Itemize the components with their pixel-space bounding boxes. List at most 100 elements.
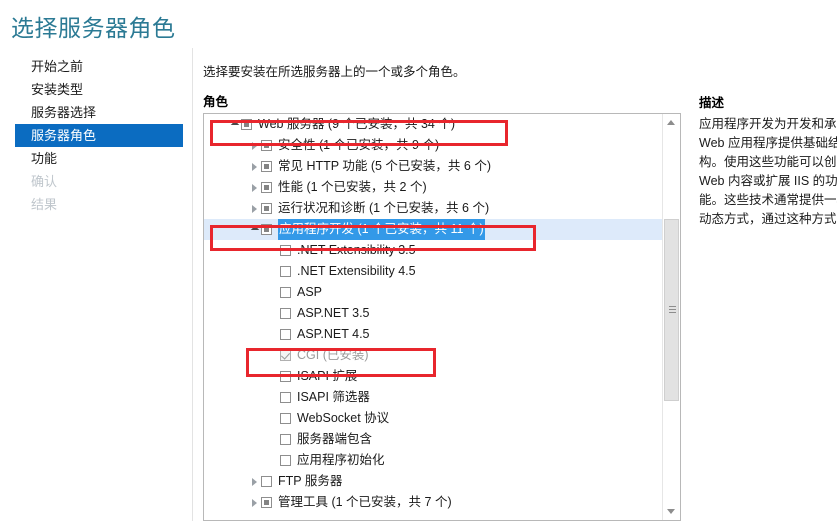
tree-row-label: WebSocket 协议 (297, 411, 390, 425)
role-checkbox[interactable] (280, 455, 291, 466)
tree-row-label: ISAPI 扩展 (297, 369, 358, 383)
tree-row-label: CGI (已安装) (297, 348, 369, 362)
description-body: 应用程序开发为开发和承载 Web 应用程序提供基础结构。使用这些功能可以创建 W… (699, 117, 837, 225)
tree-row[interactable]: ASP (204, 282, 663, 303)
role-checkbox[interactable] (261, 140, 272, 151)
sidebar-item-3[interactable]: 服务器角色 (15, 124, 183, 147)
chevron-down-icon (667, 509, 675, 514)
role-checkbox[interactable] (280, 266, 291, 277)
role-checkbox[interactable] (261, 182, 272, 193)
sidebar-item-1[interactable]: 安装类型 (0, 78, 184, 101)
expander-spacer (267, 366, 280, 387)
tree-row-label: ASP.NET 4.5 (297, 327, 370, 341)
tree-row-label: 性能 (1 个已安装，共 2 个) (278, 180, 427, 194)
instruction-text: 选择要安装在所选服务器上的一个或多个角色。 (203, 65, 466, 79)
sidebar-item-0[interactable]: 开始之前 (0, 55, 184, 78)
scrollbar-grip-icon (669, 306, 676, 314)
tree-row[interactable]: Web 服务器 (9 个已安装，共 34 个) (204, 114, 663, 135)
role-checkbox[interactable] (280, 392, 291, 403)
tree-row-label: 安全性 (1 个已安装，共 9 个) (278, 138, 440, 152)
expander-spacer (267, 387, 280, 408)
expander-spacer (267, 282, 280, 303)
sidebar-item-5: 确认 (31, 174, 58, 189)
tree-row-label: ASP (297, 285, 323, 299)
tree-row[interactable]: WebSocket 协议 (204, 408, 663, 429)
role-checkbox[interactable] (241, 119, 252, 130)
tree-row-label: 常见 HTTP 功能 (5 个已安装，共 6 个) (278, 159, 491, 173)
tree-row-label: 运行状况和诊断 (1 个已安装，共 6 个) (278, 201, 490, 215)
sidebar-item-2[interactable]: 服务器选择 (0, 101, 184, 124)
description-title: 描述 (699, 96, 725, 110)
tree-row[interactable]: 应用程序开发 (1 个已安装，共 11 个) (204, 219, 663, 240)
triangle-right-icon (252, 204, 257, 213)
tree-row-label: .NET Extensibility 3.5 (297, 243, 416, 257)
role-checkbox[interactable] (261, 497, 272, 508)
tree-row[interactable]: ASP.NET 3.5 (204, 303, 663, 324)
triangle-down-icon (230, 120, 239, 129)
tree-row[interactable]: 运行状况和诊断 (1 个已安装，共 6 个) (204, 198, 663, 219)
expander-spacer (267, 345, 280, 366)
tree-row-label: ISAPI 筛选器 (297, 390, 370, 404)
tree-row[interactable]: ASP.NET 4.5 (204, 324, 663, 345)
role-checkbox[interactable] (261, 203, 272, 214)
wizard-step-nav: 开始之前 安装类型 服务器选择 服务器角色 功能确认结果 (0, 55, 184, 216)
tree-row-label: .NET Extensibility 4.5 (297, 264, 416, 278)
collapse-triangle-icon[interactable] (248, 219, 261, 240)
triangle-right-icon (252, 498, 257, 507)
scroll-up-button[interactable] (663, 114, 679, 131)
sidebar-item-6: 结果 (31, 197, 58, 212)
role-checkbox[interactable] (261, 476, 272, 487)
tree-row[interactable]: .NET Extensibility 4.5 (204, 261, 663, 282)
expander-spacer (267, 450, 280, 471)
expand-triangle-icon[interactable] (248, 471, 261, 492)
role-checkbox[interactable] (280, 245, 291, 256)
tree-row[interactable]: 服务器端包含 (204, 429, 663, 450)
sidebar-item-4[interactable]: 功能 (0, 147, 184, 170)
triangle-down-icon (250, 225, 259, 234)
tree-row[interactable]: 安全性 (1 个已安装，共 9 个) (204, 135, 663, 156)
tree-row[interactable]: ISAPI 筛选器 (204, 387, 663, 408)
role-checkbox (280, 350, 291, 361)
page-title: 选择服务器角色 (11, 15, 176, 41)
scrollbar-thumb[interactable] (664, 219, 679, 401)
tree-row[interactable]: 管理工具 (1 个已安装，共 7 个) (204, 492, 663, 513)
nav-divider (192, 48, 193, 521)
expand-triangle-icon[interactable] (248, 177, 261, 198)
roles-tree-scrollbar[interactable] (662, 114, 680, 520)
tree-row[interactable]: CGI (已安装) (204, 345, 663, 366)
triangle-right-icon (252, 141, 257, 150)
tree-row-label: Web 服务器 (9 个已安装，共 34 个) (258, 117, 456, 131)
tree-row[interactable]: ISAPI 扩展 (204, 366, 663, 387)
tree-row[interactable]: 性能 (1 个已安装，共 2 个) (204, 177, 663, 198)
role-checkbox[interactable] (280, 434, 291, 445)
expander-spacer (267, 408, 280, 429)
tree-row[interactable]: 常见 HTTP 功能 (5 个已安装，共 6 个) (204, 156, 663, 177)
expander-spacer (267, 303, 280, 324)
tree-row-label: 服务器端包含 (297, 432, 373, 446)
expander-spacer (267, 261, 280, 282)
role-checkbox[interactable] (261, 161, 272, 172)
expand-triangle-icon[interactable] (248, 135, 261, 156)
chevron-up-icon (667, 120, 675, 125)
tree-row[interactable]: 应用程序初始化 (204, 450, 663, 471)
role-checkbox[interactable] (280, 413, 291, 424)
role-checkbox[interactable] (280, 329, 291, 340)
roles-tree[interactable]: Web 服务器 (9 个已安装，共 34 个) 安全性 (1 个已安装，共 9 个… (203, 113, 681, 521)
expander-spacer (267, 324, 280, 345)
tree-row[interactable]: .NET Extensibility 3.5 (204, 240, 663, 261)
tree-row-label: ASP.NET 3.5 (297, 306, 370, 320)
scroll-down-button[interactable] (663, 503, 679, 520)
expander-spacer (267, 429, 280, 450)
role-checkbox[interactable] (280, 287, 291, 298)
tree-row[interactable]: FTP 服务器 (204, 471, 663, 492)
role-checkbox[interactable] (261, 224, 272, 235)
role-checkbox[interactable] (280, 308, 291, 319)
expand-triangle-icon[interactable] (248, 198, 261, 219)
tree-row-label: 应用程序开发 (1 个已安装，共 11 个) (278, 219, 485, 240)
tree-row-label: 管理工具 (1 个已安装，共 7 个) (278, 495, 452, 509)
expand-triangle-icon[interactable] (248, 156, 261, 177)
expand-triangle-icon[interactable] (248, 492, 261, 513)
role-checkbox[interactable] (280, 371, 291, 382)
collapse-triangle-icon[interactable] (228, 114, 241, 135)
tree-row-label: FTP 服务器 (278, 474, 343, 488)
